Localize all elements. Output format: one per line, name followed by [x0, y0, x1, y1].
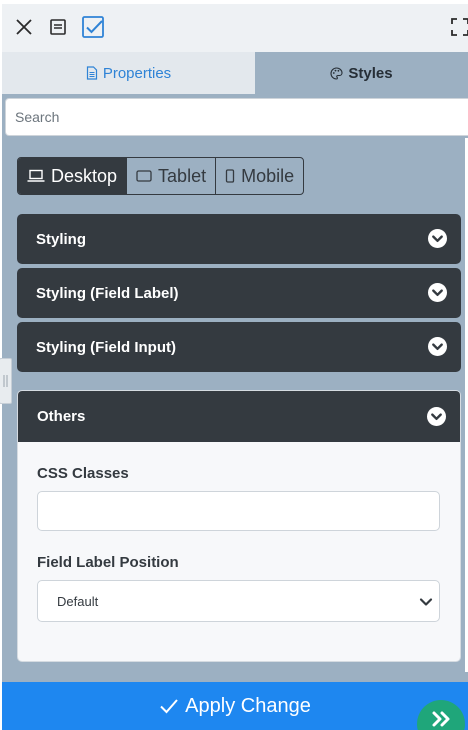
- tab-styles[interactable]: Styles: [255, 52, 468, 94]
- section-styling-field-input-title: Styling (Field Input): [36, 338, 176, 356]
- chevron-down-icon: [427, 407, 446, 426]
- tab-properties[interactable]: Properties: [2, 52, 255, 94]
- device-tablet-button[interactable]: Tablet: [127, 158, 217, 194]
- field-label-position-value: Default: [57, 593, 99, 609]
- device-desktop-label: Desktop: [51, 165, 118, 186]
- field-label-position-label: Field Label Position: [37, 554, 179, 571]
- section-styling-field-input[interactable]: Styling (Field Input): [17, 322, 461, 372]
- chevron-down-icon: [419, 598, 433, 606]
- check-icon: [160, 699, 178, 714]
- css-classes-label: CSS Classes: [37, 465, 129, 482]
- close-icon[interactable]: [12, 15, 36, 39]
- section-styling-title: Styling: [36, 230, 87, 248]
- list-icon[interactable]: [46, 15, 70, 39]
- section-styling[interactable]: Styling: [17, 214, 461, 264]
- resize-handle[interactable]: [0, 358, 12, 404]
- search-box: [5, 98, 468, 136]
- device-tablet-label: Tablet: [158, 165, 207, 186]
- panel-tabs: Properties Styles: [2, 52, 468, 94]
- panel-toolbar: [2, 4, 468, 52]
- apply-change-button[interactable]: Apply Change: [2, 682, 468, 730]
- field-label-position-select[interactable]: Default: [37, 580, 440, 622]
- styles-content: Desktop Tablet Mobile Styling Styling (F…: [2, 138, 464, 687]
- device-mobile-label: Mobile: [241, 165, 295, 186]
- section-others-header[interactable]: Others: [18, 391, 460, 442]
- css-classes-input[interactable]: [37, 491, 440, 531]
- apply-change-label: Apply Change: [185, 694, 311, 717]
- tablet-icon: [136, 170, 152, 182]
- chevron-down-icon: [428, 283, 447, 302]
- chevron-down-icon: [428, 229, 447, 248]
- section-styling-field-label-title: Styling (Field Label): [36, 284, 179, 302]
- device-toggle: Desktop Tablet Mobile: [17, 157, 305, 195]
- device-mobile-button[interactable]: Mobile: [216, 158, 303, 194]
- search-input[interactable]: [6, 99, 468, 135]
- palette-icon: [330, 66, 343, 80]
- device-desktop-button[interactable]: Desktop: [18, 158, 128, 194]
- tab-styles-label: Styles: [348, 64, 393, 82]
- grip-icon: [3, 375, 8, 387]
- section-styling-field-label[interactable]: Styling (Field Label): [17, 268, 461, 318]
- fullscreen-icon[interactable]: [448, 15, 468, 39]
- laptop-icon: [27, 169, 45, 182]
- tab-properties-label: Properties: [102, 64, 172, 82]
- mobile-icon: [225, 169, 235, 183]
- section-others: Others CSS Classes Field Label Position …: [17, 390, 461, 662]
- checkbox-checked-icon[interactable]: [81, 15, 105, 39]
- section-others-title: Others: [37, 408, 86, 425]
- styles-panel: Properties Styles Desktop Tablet Mobile: [2, 4, 468, 730]
- document-icon: [86, 66, 97, 80]
- chevron-down-icon: [428, 337, 447, 356]
